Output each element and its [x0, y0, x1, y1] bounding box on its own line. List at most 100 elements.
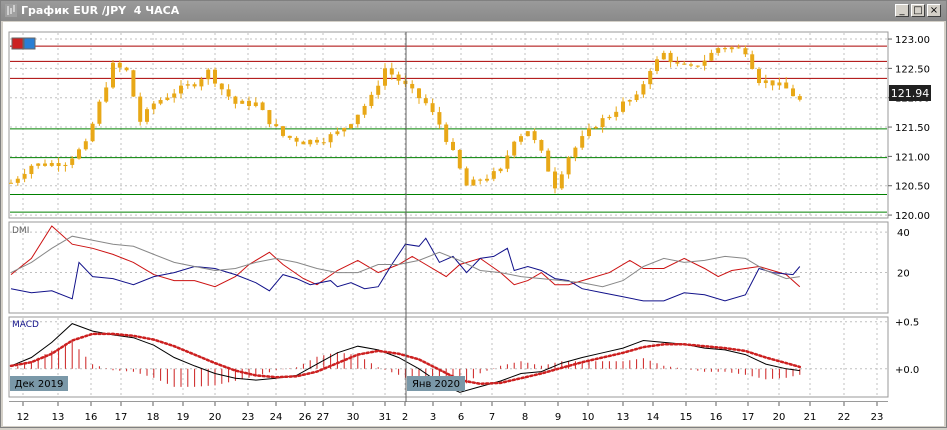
- time-tick-label: 30: [347, 412, 360, 423]
- time-tick-label: 13: [617, 412, 630, 423]
- candle-body: [770, 80, 775, 86]
- candle-body: [349, 124, 353, 129]
- time-axis-line: [9, 401, 888, 402]
- candle-body: [539, 140, 544, 151]
- candle-body: [525, 131, 530, 137]
- time-tick-label: 31: [379, 412, 392, 423]
- candle-body: [328, 134, 333, 143]
- price-pane: [8, 31, 889, 219]
- candle-body: [457, 150, 462, 169]
- time-tick-label: 9: [555, 412, 561, 423]
- time-tick-label: 26: [299, 412, 312, 423]
- candle-body: [49, 163, 54, 166]
- candle-body: [376, 85, 381, 95]
- candle-body: [396, 74, 401, 81]
- time-tick-label: 8: [522, 412, 528, 423]
- candle-body: [709, 52, 714, 61]
- candle-body: [485, 178, 489, 181]
- candle-body: [90, 123, 95, 142]
- candle-body: [199, 79, 204, 87]
- time-tick-label: 10: [582, 412, 595, 423]
- macd-tick-label: +0.5: [895, 318, 919, 329]
- grid: [10, 33, 887, 396]
- candle-body: [580, 136, 585, 148]
- candle-body: [179, 85, 183, 94]
- candle-body: [512, 141, 517, 156]
- candle-body: [36, 163, 41, 166]
- candle-body: [233, 96, 238, 104]
- candle-body: [763, 80, 768, 84]
- candle-body: [607, 116, 612, 119]
- candle-body: [70, 158, 75, 165]
- time-tick-label: 20: [773, 412, 786, 423]
- chart-window: График EUR /JPY 4 ЧАСА _ □ × 123.00 122.5…: [0, 0, 947, 428]
- candle-body: [519, 136, 523, 142]
- candle-body: [185, 84, 190, 86]
- red-swatch-icon[interactable]: [11, 37, 24, 50]
- candle-body: [342, 128, 347, 132]
- candle-body: [716, 48, 721, 53]
- maximize-button[interactable]: □: [911, 4, 925, 17]
- price-tick-label: 120.00: [895, 211, 930, 222]
- candle-body: [621, 101, 625, 112]
- candle-body: [791, 88, 795, 97]
- candle-body: [702, 60, 707, 66]
- candle-body: [213, 69, 217, 84]
- candle-body: [165, 97, 170, 101]
- time-tick-label: 24: [270, 412, 283, 423]
- candle-body: [491, 171, 496, 179]
- candle-body: [668, 52, 673, 63]
- time-tick-label: 3: [430, 412, 436, 423]
- candle-body: [355, 114, 360, 125]
- candle-body: [97, 101, 102, 124]
- minimize-button[interactable]: _: [895, 4, 909, 17]
- period-marker-jan-label: Янв 2020: [412, 379, 460, 390]
- chart-canvas[interactable]: 123.00122.50122.00121.50121.00120.50120.…: [3, 22, 944, 426]
- candle-body: [655, 59, 659, 72]
- blue-swatch-icon[interactable]: [23, 37, 36, 50]
- dmi-tick-label: 20: [897, 269, 910, 280]
- candle-body: [403, 80, 408, 84]
- candle-body: [593, 127, 598, 129]
- close-button[interactable]: ×: [927, 4, 941, 17]
- candle-body: [729, 47, 734, 50]
- title-bar[interactable]: График EUR /JPY 4 ЧАСА _ □ ×: [1, 1, 946, 21]
- candle-body: [614, 111, 619, 117]
- candle-body: [43, 163, 47, 166]
- candle-body: [532, 131, 537, 141]
- candle-body: [63, 164, 68, 167]
- candle-body: [689, 64, 693, 66]
- candle-body: [661, 52, 666, 60]
- candle-body: [131, 70, 136, 97]
- time-tick-label: 17: [742, 412, 755, 423]
- candle-body: [430, 103, 435, 113]
- candle-body: [281, 126, 285, 136]
- candle-body: [682, 63, 687, 65]
- dmi-label: DMI: [12, 226, 29, 236]
- candle-body: [566, 157, 571, 175]
- candle-body: [600, 118, 605, 128]
- candle-body: [308, 139, 313, 145]
- candle-body: [695, 65, 700, 67]
- candle-body: [77, 149, 81, 159]
- price-tick-label: 120.50: [895, 182, 930, 193]
- candle-body: [498, 168, 503, 172]
- candle-body: [274, 124, 279, 127]
- chart-area[interactable]: 123.00122.50122.00121.50121.00120.50120.…: [3, 22, 944, 426]
- candle-body: [29, 165, 34, 175]
- candle-body: [723, 48, 727, 50]
- time-tick-label: 6: [458, 412, 464, 423]
- candle-body: [172, 93, 177, 98]
- time-tick-label: 7: [489, 412, 495, 423]
- period-marker-dec-label: Дек 2019: [15, 379, 64, 390]
- time-tick-label: 15: [680, 412, 693, 423]
- macd-tick-label: +0.0: [895, 365, 919, 376]
- candle-body: [437, 112, 442, 125]
- candle-body: [553, 171, 557, 189]
- candle-body: [410, 83, 415, 89]
- candle-body: [423, 98, 428, 104]
- time-tick-label: 23: [242, 412, 255, 423]
- candle-body: [464, 168, 469, 186]
- candle-body: [15, 178, 20, 183]
- chart-icon: [5, 4, 17, 17]
